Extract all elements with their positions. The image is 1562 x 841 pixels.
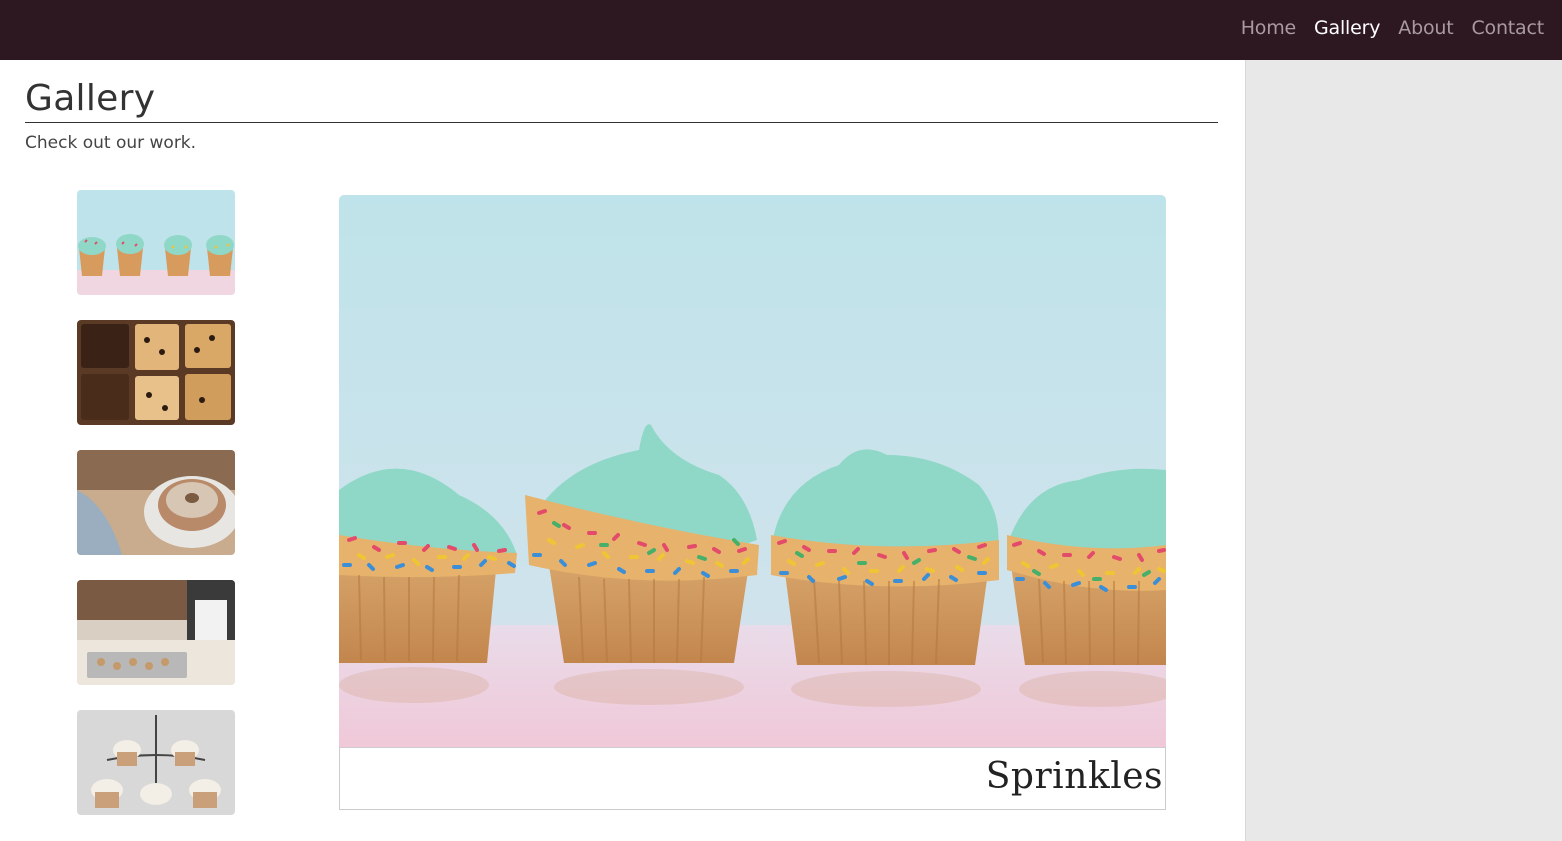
thumbnail-cupcake-stand[interactable] <box>77 710 235 815</box>
right-sidebar <box>1245 60 1562 841</box>
page-subtitle: Check out our work. <box>25 133 197 153</box>
nav-home-link[interactable]: Home <box>1241 16 1297 40</box>
thumbnail-baker[interactable] <box>77 580 235 685</box>
main-gallery-image <box>339 195 1166 747</box>
image-caption: Sprinkles <box>985 756 1163 797</box>
nav-links: Home Gallery About Contact <box>1241 16 1545 40</box>
thumbnail-loaf-cakes[interactable] <box>77 320 235 425</box>
page-title: Gallery <box>25 78 156 119</box>
thumbnail-bundt-cake[interactable] <box>77 450 235 555</box>
nav-about-link[interactable]: About <box>1398 16 1453 40</box>
title-divider <box>25 122 1218 123</box>
top-navbar: Home Gallery About Contact <box>0 0 1562 60</box>
nav-gallery-link[interactable]: Gallery <box>1314 16 1380 40</box>
image-caption-box: Sprinkles <box>339 747 1166 810</box>
thumbnail-cupcakes[interactable] <box>77 190 235 295</box>
nav-contact-link[interactable]: Contact <box>1471 16 1544 40</box>
